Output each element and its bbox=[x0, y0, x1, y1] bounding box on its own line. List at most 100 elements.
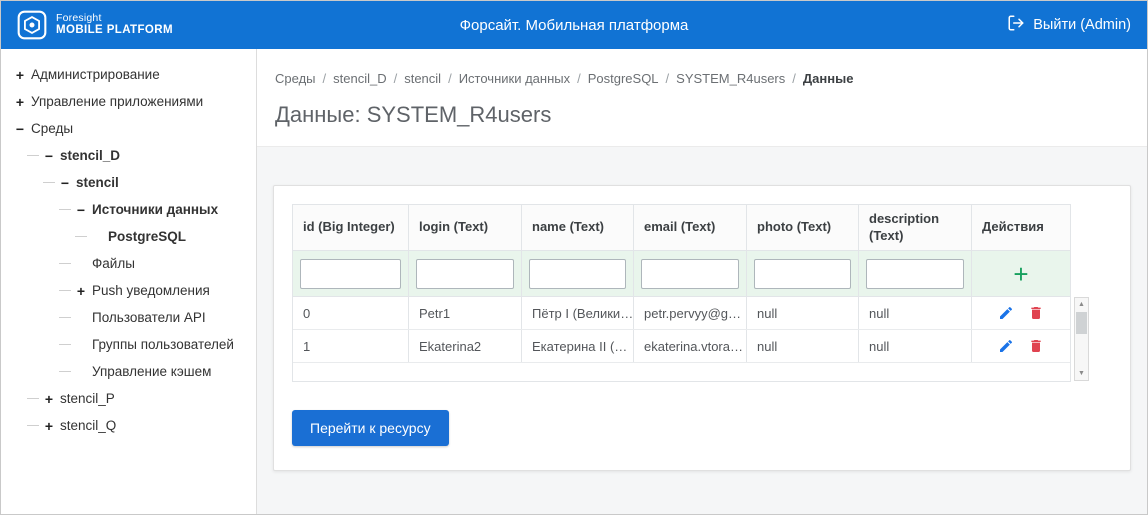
filter-cell bbox=[522, 251, 634, 296]
table-row: 0 Petr1 Пётр I (Велики… petr.pervyy@g… null n… bbox=[293, 297, 1070, 330]
column-header: photo (Text) bbox=[747, 205, 859, 250]
sidebar-tree: + Администрирование + Управление приложения… bbox=[1, 61, 256, 439]
edit-button[interactable] bbox=[998, 305, 1014, 321]
expand-icon[interactable]: + bbox=[74, 283, 88, 299]
breadcrumb-link[interactable]: Источники данных bbox=[459, 71, 570, 86]
sidebar-item[interactable]: Файлы bbox=[1, 250, 256, 277]
brand-subtitle: MOBILE PLATFORM bbox=[56, 24, 173, 37]
collapse-icon[interactable]: − bbox=[42, 148, 56, 164]
table-row: 1 Ekaterina2 Екатерина II (… ekaterina.vtor… bbox=[293, 330, 1070, 363]
app-header: Foresight MOBILE PLATFORM Форсайт. Мобил… bbox=[1, 1, 1147, 49]
breadcrumb-current: Данные bbox=[802, 71, 854, 86]
collapse-icon[interactable]: − bbox=[58, 175, 72, 191]
edit-button[interactable] bbox=[998, 338, 1014, 354]
page-title: Данные: SYSTEM_R4users bbox=[275, 102, 552, 127]
sidebar-item[interactable]: Пользователи API bbox=[1, 304, 256, 331]
sidebar-item[interactable]: + Управление приложениями bbox=[1, 88, 256, 115]
foresight-logo-icon bbox=[17, 10, 47, 40]
breadcrumb-link[interactable]: PostgreSQL bbox=[588, 71, 659, 86]
column-header: email (Text) bbox=[634, 205, 747, 250]
filter-input[interactable] bbox=[641, 258, 739, 289]
filter-input[interactable] bbox=[416, 258, 514, 289]
sidebar-item-label: Управление приложениями bbox=[31, 94, 204, 109]
app-window: Foresight MOBILE PLATFORM Форсайт. Мобил… bbox=[0, 0, 1148, 515]
table-cell: 0 bbox=[293, 297, 409, 329]
breadcrumb-separator: / bbox=[393, 71, 398, 86]
table-cell: null bbox=[747, 330, 859, 362]
brand[interactable]: Foresight MOBILE PLATFORM bbox=[17, 10, 173, 40]
breadcrumb-link[interactable]: Среды bbox=[275, 71, 316, 86]
add-row-button[interactable]: + bbox=[1013, 261, 1028, 287]
data-table: id (Big Integer) login (Text) name (Text) e… bbox=[292, 204, 1089, 382]
column-header: login (Text) bbox=[409, 205, 522, 250]
sidebar-item-label: stencil_P bbox=[60, 391, 115, 406]
table-header-row: id (Big Integer) login (Text) name (Text) e… bbox=[293, 205, 1070, 251]
main-content: Среды / stencil_D / stencil / Источники данных… bbox=[257, 49, 1147, 514]
sidebar-item[interactable]: + Администрирование bbox=[1, 61, 256, 88]
breadcrumb-link[interactable]: stencil bbox=[404, 71, 441, 86]
sidebar-item-label: Пользователи API bbox=[92, 310, 206, 325]
scroll-up-arrow[interactable]: ▲ bbox=[1075, 298, 1088, 311]
breadcrumb-separator: / bbox=[792, 71, 796, 86]
sidebar-item[interactable]: + stencil_P bbox=[1, 385, 256, 412]
filter-input[interactable] bbox=[300, 258, 401, 289]
table-cell: Ekaterina2 bbox=[409, 330, 522, 362]
filter-input[interactable] bbox=[866, 258, 964, 289]
goto-resource-button[interactable]: Перейти к ресурсу bbox=[292, 410, 449, 446]
table-cell: petr.pervyy@g… bbox=[634, 297, 747, 329]
sidebar: + Администрирование + Управление приложения… bbox=[1, 49, 257, 514]
sidebar-item[interactable]: Управление кэшем bbox=[1, 358, 256, 385]
column-header: name (Text) bbox=[522, 205, 634, 250]
breadcrumb-separator: / bbox=[665, 71, 670, 86]
breadcrumb-separator: / bbox=[322, 71, 327, 86]
sidebar-item[interactable]: − stencil bbox=[1, 169, 256, 196]
sidebar-item[interactable]: − Источники данных bbox=[1, 196, 256, 223]
expand-icon[interactable]: + bbox=[42, 418, 56, 434]
table-cell: null bbox=[859, 297, 972, 329]
expand-icon[interactable]: + bbox=[13, 94, 27, 110]
sidebar-item-label: Администрирование bbox=[31, 67, 160, 82]
collapse-icon[interactable]: − bbox=[74, 202, 88, 218]
column-header: description (Text) bbox=[859, 205, 972, 250]
expand-icon[interactable]: + bbox=[13, 67, 27, 83]
sidebar-item-label: Среды bbox=[31, 121, 74, 136]
delete-button[interactable] bbox=[1028, 305, 1044, 321]
breadcrumb-separator: / bbox=[577, 71, 581, 86]
delete-button[interactable] bbox=[1028, 338, 1044, 354]
sidebar-item-label: stencil_D bbox=[60, 148, 121, 163]
pencil-icon bbox=[1000, 339, 1013, 352]
actions-cell bbox=[972, 297, 1070, 329]
filter-cell bbox=[293, 251, 409, 296]
collapse-icon[interactable]: − bbox=[13, 121, 27, 137]
filter-cell bbox=[859, 251, 972, 296]
sidebar-item[interactable]: PostgreSQL bbox=[1, 223, 256, 250]
sidebar-item[interactable]: + stencil_Q bbox=[1, 412, 256, 439]
scroll-down-arrow[interactable]: ▼ bbox=[1075, 367, 1088, 380]
breadcrumb-link[interactable]: stencil_D bbox=[333, 71, 386, 86]
table-cell: null bbox=[859, 330, 972, 362]
table-cell: Екатерина II (… bbox=[522, 330, 634, 362]
sidebar-item-label: Push уведомления bbox=[92, 283, 210, 298]
filter-input[interactable] bbox=[754, 258, 851, 289]
breadcrumb-link[interactable]: SYSTEM_R4users bbox=[676, 71, 785, 86]
table-scrollbar[interactable]: ▲ ▼ bbox=[1074, 297, 1089, 381]
filter-cell bbox=[634, 251, 747, 296]
scroll-thumb[interactable] bbox=[1076, 312, 1087, 334]
column-header: id (Big Integer) bbox=[293, 205, 409, 250]
expand-icon[interactable]: + bbox=[42, 391, 56, 407]
sidebar-item-label: Группы пользователей bbox=[92, 337, 234, 352]
sidebar-item[interactable]: − Среды bbox=[1, 115, 256, 142]
content-top: Среды / stencil_D / stencil / Источники данных… bbox=[257, 49, 1147, 146]
sidebar-item[interactable]: + Push уведомления bbox=[1, 277, 256, 304]
sidebar-item-label: Источники данных bbox=[92, 202, 219, 217]
filter-input[interactable] bbox=[529, 258, 626, 289]
sidebar-item[interactable]: Группы пользователей bbox=[1, 331, 256, 358]
logout-icon bbox=[1007, 14, 1025, 36]
scroll-track[interactable] bbox=[1075, 311, 1088, 367]
sidebar-item[interactable]: − stencil_D bbox=[1, 142, 256, 169]
data-card: id (Big Integer) login (Text) name (Text) e… bbox=[273, 185, 1131, 471]
filter-cell bbox=[747, 251, 859, 296]
logout-button[interactable]: Выйти (Admin) bbox=[1007, 14, 1131, 36]
sidebar-item-label: Файлы bbox=[92, 256, 135, 271]
table-cell: 1 bbox=[293, 330, 409, 362]
